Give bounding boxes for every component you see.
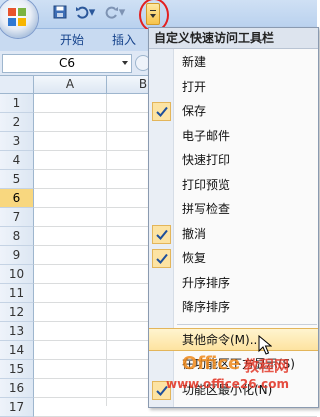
checkmark-icon — [152, 102, 171, 121]
column-header-a[interactable]: A — [34, 76, 107, 94]
row-header[interactable]: 1 — [0, 94, 34, 113]
menu-separator — [177, 324, 317, 325]
watermark-jiaochengwang: 教程网 — [244, 357, 290, 375]
menu-item-label: 新建 — [182, 55, 207, 69]
watermark-url: www.office26.com — [166, 377, 290, 391]
watermark-logo: Office 教程网 www.office26.com — [152, 353, 317, 406]
office-logo-icon — [8, 8, 26, 26]
menu-item[interactable]: 打开 — [149, 76, 318, 99]
row-header[interactable]: 13 — [0, 322, 34, 341]
menu-item-label: 恢复 — [182, 251, 207, 265]
row-header[interactable]: 2 — [0, 113, 34, 132]
select-all-corner[interactable] — [0, 76, 34, 94]
menu-item-label: 电子邮件 — [182, 128, 231, 143]
row-header[interactable]: 17 — [0, 398, 34, 417]
menu-item-label: 打印预览 — [182, 177, 231, 192]
checkmark-icon — [152, 224, 171, 244]
menu-item[interactable]: 新建 — [149, 51, 318, 74]
chevron-down-icon[interactable] — [122, 61, 128, 65]
menu-item[interactable]: 打印预览 — [149, 174, 318, 197]
row-header[interactable]: 7 — [0, 208, 34, 227]
redo-dropdown-icon[interactable]: ▾ — [118, 5, 126, 21]
row-header[interactable]: 14 — [0, 341, 34, 360]
menu-item-label: 拼写检查 — [182, 202, 231, 216]
menu-item-label: 打开 — [182, 79, 207, 94]
row-header[interactable]: 5 — [0, 170, 34, 189]
menu-item[interactable]: 降序排序 — [149, 296, 318, 319]
menu-title: 自定义快速访问工具栏 — [149, 28, 318, 49]
row-header[interactable]: 12 — [0, 303, 34, 322]
menu-item[interactable]: 恢复 — [149, 247, 318, 270]
row-header[interactable]: 6 — [0, 189, 34, 208]
menu-item-label: 撤消 — [182, 226, 207, 241]
save-icon[interactable] — [52, 5, 68, 21]
column-gridline — [106, 94, 107, 406]
row-header[interactable]: 10 — [0, 265, 34, 284]
undo-dropdown-icon[interactable]: ▾ — [88, 5, 96, 21]
menu-item[interactable]: 升序排序 — [149, 272, 318, 295]
name-box-value: C6 — [58, 56, 75, 70]
menu-item[interactable]: 拼写检查 — [149, 198, 318, 221]
tab-insert[interactable]: 插入 — [112, 31, 136, 49]
checkmark-icon — [152, 249, 171, 268]
row-header[interactable]: 8 — [0, 227, 34, 246]
menu-item[interactable]: 快速打印 — [149, 149, 318, 172]
row-header[interactable]: 4 — [0, 151, 34, 170]
customize-qat-menu: 自定义快速访问工具栏 新建打开保存电子邮件快速打印打印预览拼写检查撤消恢复升序排… — [148, 27, 319, 408]
menu-item[interactable]: 保存 — [149, 100, 318, 123]
name-box[interactable]: C6 — [2, 54, 132, 73]
row-header[interactable]: 15 — [0, 360, 34, 379]
row-header[interactable]: 3 — [0, 132, 34, 151]
menu-item[interactable]: 撤消 — [149, 223, 318, 246]
watermark-office: Office — [182, 353, 241, 374]
menu-item-label: 快速打印 — [182, 153, 231, 167]
menu-item-label: 降序排序 — [182, 300, 231, 314]
menu-item-label: 其他命令(M)... — [182, 333, 262, 347]
row-header[interactable]: 16 — [0, 379, 34, 398]
tab-home[interactable]: 开始 — [60, 31, 84, 49]
menu-item-label: 升序排序 — [182, 275, 231, 290]
menu-item-label: 保存 — [182, 104, 207, 118]
menu-item-more-commands[interactable]: 其他命令(M)... — [149, 328, 318, 351]
row-header[interactable]: 11 — [0, 284, 34, 303]
menu-item[interactable]: 电子邮件 — [149, 125, 318, 148]
row-header[interactable]: 9 — [0, 246, 34, 265]
